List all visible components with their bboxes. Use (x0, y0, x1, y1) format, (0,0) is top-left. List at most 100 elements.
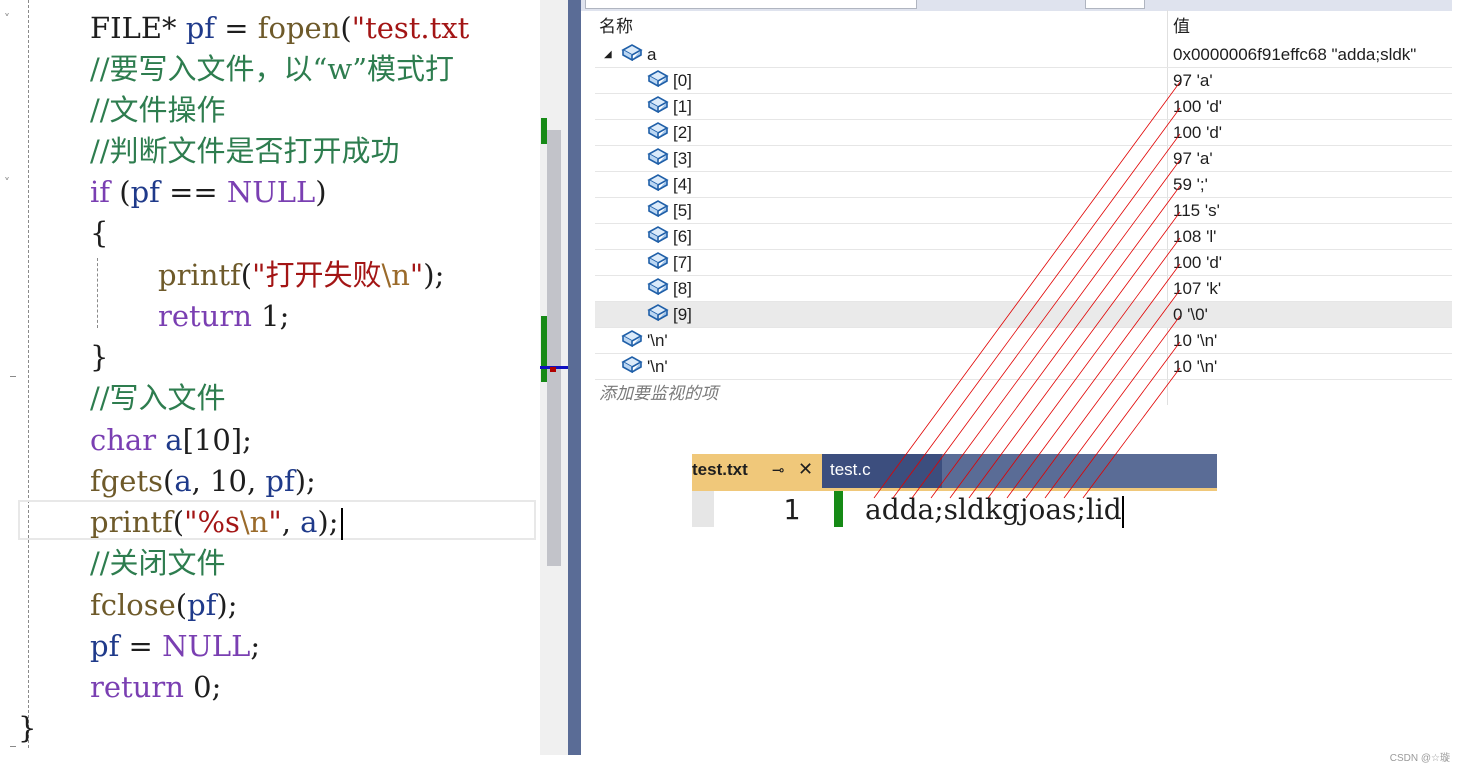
watch-value[interactable]: 10 '\n' (1173, 354, 1217, 379)
watch-value[interactable]: 10 '\n' (1173, 328, 1217, 353)
change-marker (541, 316, 547, 382)
watch-row[interactable]: [4] 59 ';' (595, 172, 1452, 198)
watch-name: '\n' (621, 328, 668, 353)
code-token: NULL (226, 175, 316, 209)
code-line: fclose(pf); (90, 585, 238, 626)
watch-name-text: a (647, 45, 657, 64)
code-line: //文件操作 (90, 90, 226, 131)
watch-row[interactable]: ◢ a 0x0000006f91effc68 "adda;sldk" (595, 42, 1452, 68)
watermark: CSDN @☆璇 (1389, 753, 1450, 764)
watch-name: [7] (647, 250, 692, 275)
text-editor-margin (692, 491, 714, 527)
watch-search-field[interactable] (585, 0, 917, 9)
watch-value[interactable]: 0x0000006f91effc68 "adda;sldk" (1173, 42, 1416, 67)
code-token: ) (315, 175, 327, 209)
text-file-content[interactable]: adda;sldkgjoas;lid (865, 493, 1124, 528)
watch-value[interactable]: 97 'a' (1173, 68, 1213, 93)
watch-row[interactable]: [9] 0 '\0' (595, 302, 1452, 328)
watch-row[interactable]: '\n' 10 '\n' (595, 354, 1452, 380)
watch-row[interactable]: [2] 100 'd' (595, 120, 1452, 146)
watch-row[interactable]: '\n' 10 '\n' (595, 328, 1452, 354)
watch-value[interactable]: 100 'd' (1173, 94, 1222, 119)
watch-name: [1] (647, 94, 692, 119)
code-token: char (90, 423, 157, 457)
watch-value[interactable]: 100 'd' (1173, 250, 1222, 275)
code-token: a (165, 423, 183, 457)
breakpoint-marker (550, 367, 556, 372)
code-token: ( (340, 11, 352, 45)
code-line: //关闭文件 (90, 543, 226, 584)
add-watch-placeholder[interactable]: 添加要监视的项 (599, 381, 718, 406)
watch-name-text: [6] (673, 227, 692, 246)
tab-test-txt[interactable]: test.txt ⊸ ✕ (692, 454, 822, 488)
code-token: == (159, 175, 227, 209)
fold-collapse-icon[interactable]: ˅ (4, 12, 10, 26)
change-marker (541, 118, 547, 144)
watch-value[interactable]: 0 '\0' (1173, 302, 1208, 327)
watch-row[interactable]: [6] 108 'l' (595, 224, 1452, 250)
code-token: pf (265, 464, 295, 498)
code-token: \n (381, 258, 410, 292)
watch-name: [8] (647, 276, 692, 301)
variable-icon (647, 303, 669, 328)
variable-icon (647, 199, 669, 224)
code-token: FILE (90, 11, 163, 45)
watch-row[interactable]: [7] 100 'd' (595, 250, 1452, 276)
code-editor[interactable]: ˅ ˅ FILE* pf = fopen("test.txt//要写入文件，以“… (0, 0, 540, 772)
code-token: fclose (90, 588, 176, 622)
variable-icon (647, 121, 669, 146)
code-token: , (281, 505, 301, 539)
watch-name: [0] (647, 68, 692, 93)
code-line: //要写入文件，以“w”模式打 (90, 49, 454, 90)
active-tab-underline (692, 488, 1217, 491)
watch-row[interactable]: [3] 97 'a' (595, 146, 1452, 172)
code-line: printf("%s\n", a); (90, 502, 343, 543)
code-token: fopen (257, 11, 341, 45)
tab-label: test.c (830, 460, 871, 479)
indent-guide-inner (97, 258, 98, 328)
watch-name: [6] (647, 224, 692, 249)
code-token: " (409, 258, 424, 292)
watch-name: '\n' (621, 354, 668, 379)
code-token: ( (172, 505, 185, 539)
code-token: a (300, 505, 318, 539)
fold-collapse-icon[interactable]: ˅ (4, 176, 10, 190)
watch-row[interactable]: [8] 107 'k' (595, 276, 1452, 302)
column-header-name[interactable]: 名称 (599, 14, 633, 40)
watch-depth-field[interactable] (1085, 0, 1145, 9)
watch-name-text: [0] (673, 71, 692, 90)
watch-value[interactable]: 100 'd' (1173, 120, 1222, 145)
watch-value[interactable]: 107 'k' (1173, 276, 1221, 301)
code-token: NULL (162, 629, 251, 663)
code-token: ); (294, 464, 316, 498)
code-token: " (268, 505, 282, 539)
expand-arrow-icon[interactable]: ◢ (604, 42, 612, 67)
tab-test-c[interactable]: test.c (822, 454, 942, 488)
watch-name: [5] (647, 198, 692, 223)
text-caret (1121, 495, 1124, 528)
code-line: } (90, 337, 108, 378)
watch-name-text: [8] (673, 279, 692, 298)
code-token: ); (317, 505, 339, 539)
code-token: 1; (251, 299, 290, 333)
close-icon[interactable]: ✕ (798, 459, 813, 480)
watch-row[interactable]: [0] 97 'a' (595, 68, 1452, 94)
watch-name-text: [7] (673, 253, 692, 272)
watch-value[interactable]: 108 'l' (1173, 224, 1216, 249)
watch-value[interactable]: 115 's' (1173, 198, 1220, 223)
watch-value[interactable]: 97 'a' (1173, 146, 1213, 171)
code-token: "test.txt (351, 11, 470, 45)
code-token: //要写入文件，以“w”模式打 (90, 52, 455, 86)
code-token: = (215, 11, 258, 45)
watch-name-text: [9] (673, 305, 692, 324)
code-token: pf (90, 629, 120, 663)
watch-row[interactable]: [5] 115 's' (595, 198, 1452, 224)
watch-value[interactable]: 59 ';' (1173, 172, 1208, 197)
code-token: a (174, 464, 192, 498)
pin-icon[interactable]: ⊸ (772, 461, 785, 479)
watch-row[interactable]: [1] 100 'd' (595, 94, 1452, 120)
scrollbar-thumb[interactable] (547, 130, 561, 566)
pane-splitter[interactable] (568, 0, 581, 755)
watch-name-text: [3] (673, 149, 692, 168)
column-header-value[interactable]: 值 (1173, 14, 1190, 40)
